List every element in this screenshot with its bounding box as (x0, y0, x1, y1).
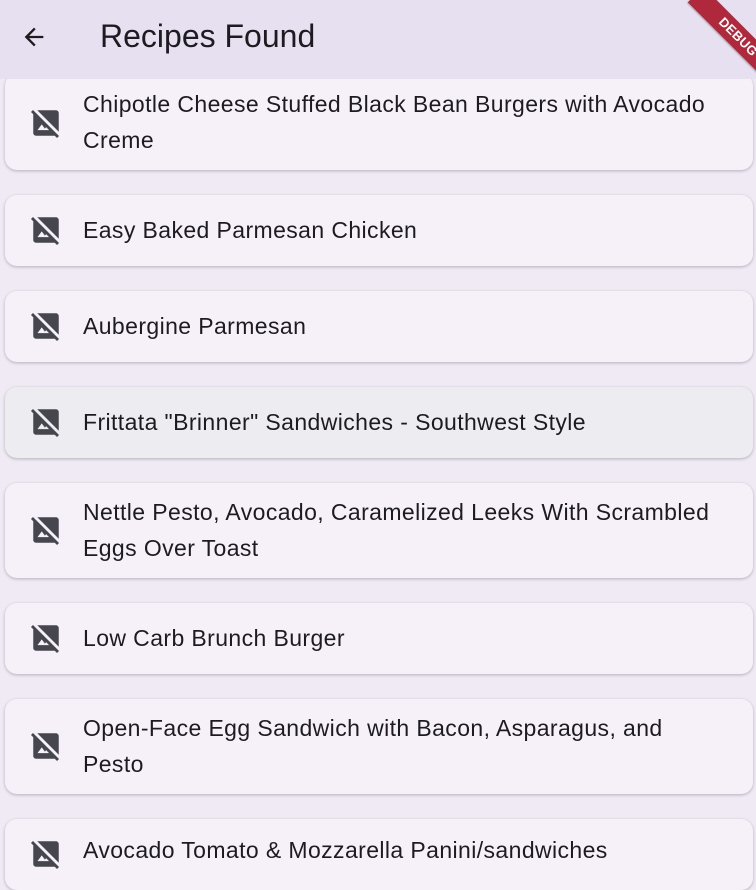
hide-image-icon (29, 106, 63, 140)
hide-image-icon (29, 513, 63, 547)
back-button[interactable] (10, 13, 58, 61)
recipe-card[interactable]: Easy Baked Parmesan Chicken (5, 195, 753, 266)
arrow-back-icon (24, 27, 44, 47)
recipe-card[interactable]: Avocado Tomato & Mozzarella Panini/sandw… (5, 819, 753, 890)
hide-image-icon (29, 837, 63, 871)
recipe-card[interactable]: Frittata "Brinner" Sandwiches - Southwes… (5, 387, 753, 458)
recipe-card[interactable]: Aubergine Parmesan (5, 291, 753, 362)
hide-image-icon (29, 729, 63, 763)
recipe-card[interactable]: Chipotle Cheese Stuffed Black Bean Burge… (5, 74, 753, 170)
hide-image-icon (29, 213, 63, 247)
recipe-card[interactable]: Low Carb Brunch Burger (5, 603, 753, 674)
hide-image-icon (29, 621, 63, 655)
recipe-title: Frittata "Brinner" Sandwiches - Southwes… (83, 409, 587, 435)
recipe-list[interactable]: Chipotle Cheese Stuffed Black Bean Burge… (0, 0, 756, 890)
recipe-title: Chipotle Cheese Stuffed Black Bean Burge… (83, 91, 706, 153)
page-title: Recipes Found (100, 18, 316, 54)
recipe-title: Nettle Pesto, Avocado, Caramelized Leeks… (83, 499, 710, 561)
recipe-card[interactable]: Nettle Pesto, Avocado, Caramelized Leeks… (5, 483, 753, 578)
recipe-title: Easy Baked Parmesan Chicken (83, 217, 418, 243)
hide-image-icon (29, 405, 63, 439)
recipe-title: Aubergine Parmesan (83, 313, 307, 339)
hide-image-icon (29, 309, 63, 343)
recipe-title: Open-Face Egg Sandwich with Bacon, Aspar… (83, 715, 663, 777)
app-bar: Recipes Found (0, 0, 756, 79)
recipe-card[interactable]: Open-Face Egg Sandwich with Bacon, Aspar… (5, 699, 753, 794)
recipe-title: Avocado Tomato & Mozzarella Panini/sandw… (83, 837, 608, 863)
recipe-title: Low Carb Brunch Burger (83, 625, 345, 651)
